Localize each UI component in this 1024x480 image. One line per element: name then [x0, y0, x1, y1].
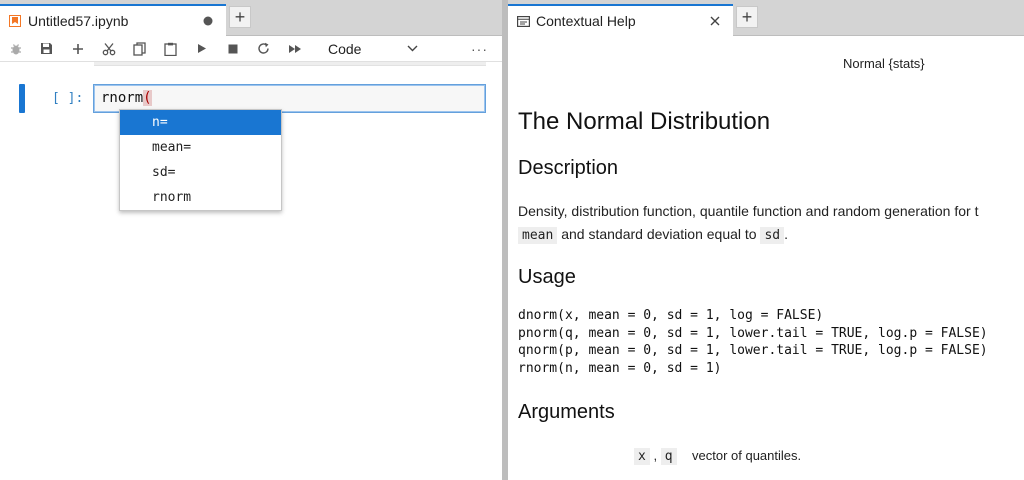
cut-icon [102, 42, 115, 55]
description-text-1: Density, distribution function, quantile… [518, 203, 979, 219]
dirty-dot-icon[interactable] [200, 13, 216, 29]
completer-popup: n= mean= sd= rnorm [119, 109, 282, 211]
usage-line: pnorm(q, mean = 0, sd = 1, lower.tail = … [518, 325, 988, 341]
arg-q: q [660, 448, 677, 465]
arg-x: x [634, 448, 650, 465]
completer-item[interactable]: sd= [120, 160, 281, 185]
description-paragraph: Density, distribution function, quantile… [518, 200, 978, 247]
code-text: rnorm [101, 90, 144, 106]
usage-heading: Usage [518, 266, 576, 288]
cell-type-select[interactable]: Code [328, 41, 418, 57]
save-icon [41, 43, 52, 54]
tab-notebook[interactable]: Untitled57.ipynb [0, 4, 226, 36]
copy-button[interactable] [124, 38, 155, 60]
stop-icon [228, 44, 237, 53]
debugger-button[interactable] [0, 38, 31, 60]
code-sd: sd [760, 227, 785, 244]
usage-line: rnorm(n, mean = 0, sd = 1) [518, 360, 722, 376]
completer-item[interactable]: n= [120, 110, 281, 135]
open-paren: ( [143, 90, 152, 106]
description-text-3: . [784, 226, 789, 242]
previous-cell-edge [94, 62, 486, 66]
more-options-button[interactable]: ··· [471, 41, 488, 57]
tab-contextual-help[interactable]: Contextual Help [508, 4, 733, 36]
copy-icon [133, 41, 146, 56]
help-header: Normal {stats} [843, 56, 925, 71]
help-title: The Normal Distribution [518, 108, 771, 135]
bug-icon [10, 43, 21, 54]
help-panel-icon [516, 14, 530, 28]
fast-forward-icon [288, 44, 301, 53]
description-text-2: and standard deviation equal to [561, 226, 757, 242]
run-button[interactable] [186, 38, 217, 60]
paste-icon [164, 42, 177, 56]
save-button[interactable] [31, 38, 62, 60]
usage-line: dnorm(x, mean = 0, sd = 1, log = FALSE) [518, 308, 824, 323]
restart-button[interactable] [248, 38, 279, 60]
restart-icon [258, 42, 269, 54]
tab-help-label: Contextual Help [536, 13, 636, 29]
usage-code-block: dnorm(x, mean = 0, sd = 1, log = FALSE) p… [518, 307, 988, 377]
paste-button[interactable] [155, 38, 186, 60]
help-tabbar: Contextual Help + [508, 0, 1024, 36]
code-mean: mean [518, 227, 558, 244]
insert-cell-button[interactable] [62, 38, 93, 60]
close-icon[interactable] [707, 13, 723, 29]
completer-item[interactable]: mean= [120, 135, 281, 160]
run-icon [197, 44, 206, 53]
plus-icon: + [234, 6, 246, 27]
interrupt-button[interactable] [217, 38, 248, 60]
notebook-icon [8, 14, 22, 28]
plus-icon: + [741, 6, 753, 27]
run-all-button[interactable] [279, 38, 310, 60]
notebook-tabbar: Untitled57.ipynb + [0, 0, 502, 36]
notebook-toolbar: Code ··· [0, 36, 502, 62]
argument-name: x , q [634, 448, 677, 465]
add-icon [72, 43, 83, 54]
add-tab-button[interactable]: + [736, 6, 758, 28]
description-heading: Description [518, 157, 619, 179]
help-panel: Contextual Help + Normal {stats} The Nor… [508, 0, 1024, 480]
arg-separator: , [653, 448, 658, 463]
chevron-down-icon [407, 45, 418, 52]
cell-collapser[interactable] [19, 84, 25, 113]
add-tab-button[interactable]: + [229, 6, 251, 28]
cell-type-value: Code [328, 40, 362, 57]
tab-notebook-label: Untitled57.ipynb [28, 13, 129, 29]
argument-description: vector of quantiles. [692, 448, 802, 463]
cut-button[interactable] [93, 38, 124, 60]
usage-line: qnorm(p, mean = 0, sd = 1, lower.tail = … [518, 343, 988, 358]
notebook-panel: Untitled57.ipynb + Code ··· []: rnorm(… [0, 0, 502, 480]
cell-prompt: [ ]: [52, 91, 84, 106]
completer-item[interactable]: rnorm [120, 185, 281, 210]
arguments-heading: Arguments [518, 401, 615, 423]
